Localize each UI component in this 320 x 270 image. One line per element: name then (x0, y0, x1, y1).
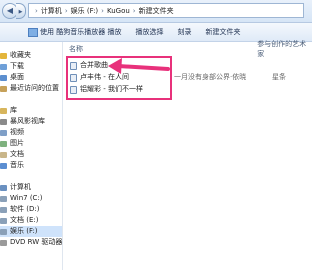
nav-item[interactable]: 视频 (0, 127, 62, 138)
nav-item-label: DVD RW 驱动器 (G (10, 238, 63, 246)
library-icon (0, 107, 7, 114)
nav-item-label: 收藏夹 (10, 51, 31, 59)
drive-icon (0, 195, 7, 202)
video-icon (0, 129, 7, 136)
back-arrow-icon: ◀ (6, 6, 14, 15)
file-artist: 一月没有身部公界·依晓 (174, 73, 247, 81)
nav-item-label: 最近访问的位置 (10, 84, 59, 92)
drive-icon (0, 228, 7, 235)
column-header: 名称 参与创作的艺术家 (63, 39, 312, 59)
nav-item[interactable]: 收藏夹 (0, 50, 62, 61)
breadcrumb-kugou[interactable]: KuGou (107, 7, 130, 15)
navigation-pane: 收藏夹下载桌面最近访问的位置库暴风影视库视频图片文档音乐计算机 Win7 (C:)… (0, 42, 63, 270)
nav-item-label: 暴风影视库 (10, 117, 45, 125)
breadcrumb-separator-icon: › (64, 6, 68, 15)
pointer-arrow-icon (108, 58, 170, 74)
computer-icon (0, 184, 7, 191)
breadcrumb-separator-icon: › (132, 6, 136, 15)
breadcrumb-new-folder[interactable]: 新建文件夹 (139, 6, 174, 16)
burn-button[interactable]: 刻录 (177, 27, 191, 37)
nav-item-label: 音乐 (10, 161, 24, 169)
breadcrumb-computer[interactable]: 计算机 (41, 6, 62, 16)
column-contributors[interactable]: 参与创作的艺术家 (257, 39, 312, 59)
play-selection-button[interactable]: 播放选择 (135, 27, 163, 37)
nav-item-label: Win7 (C:) (10, 194, 43, 202)
drive-icon (0, 217, 7, 224)
picture-icon (0, 140, 7, 147)
nav-item-label: 计算机 (10, 183, 31, 191)
breadcrumb[interactable]: › 计算机 › 娱乐 (F:) › KuGou › 新建文件夹 (28, 3, 304, 18)
nav-item[interactable]: 桌面 (0, 72, 62, 83)
forward-arrow-icon: ▶ (18, 9, 23, 15)
nav-item[interactable]: 最近访问的位置 (0, 83, 62, 94)
address-bar: ◀ ▶ › 计算机 › 娱乐 (F:) › KuGou › 新建文件夹 (0, 0, 312, 23)
nav-item[interactable]: 娱乐 (F:) (0, 226, 62, 237)
star-icon (0, 52, 7, 59)
nav-item-label: 文档 (E:) (10, 216, 39, 224)
nav-item[interactable]: 计算机 (0, 182, 62, 193)
desktop-icon (0, 74, 7, 81)
forward-button[interactable]: ▶ (16, 3, 26, 19)
document-icon (0, 151, 7, 158)
nav-item[interactable]: 库 (0, 105, 62, 116)
nav-item[interactable]: 文档 (0, 149, 62, 160)
nav-item-label: 桌面 (10, 73, 24, 81)
new-folder-button[interactable]: 新建文件夹 (205, 27, 240, 37)
nav-item[interactable]: Win7 (C:) (0, 193, 62, 204)
nav-item[interactable]: 音乐 (0, 160, 62, 171)
nav-item-label: 软件 (D:) (10, 205, 40, 213)
nav-item-label: 图片 (10, 139, 24, 147)
nav-item[interactable]: 暴风影视库 (0, 116, 62, 127)
breadcrumb-separator-icon: › (35, 6, 38, 15)
nav-item[interactable]: 下载 (0, 61, 62, 72)
kugou-icon (28, 27, 38, 37)
breadcrumb-separator-icon: › (101, 6, 104, 15)
video-library-icon (0, 118, 7, 125)
nav-item-label: 下载 (10, 62, 24, 70)
nav-item-label: 娱乐 (F:) (10, 227, 38, 235)
column-name[interactable]: 名称 (69, 44, 245, 54)
file-rating: 星条 (272, 73, 286, 81)
nav-item-label: 库 (10, 106, 17, 114)
nav-item-label: 文档 (10, 150, 24, 158)
breadcrumb-drive[interactable]: 娱乐 (F:) (71, 6, 99, 16)
dvd-drive-icon (0, 239, 7, 246)
download-folder-icon (0, 63, 7, 70)
play-with-kugou-button[interactable]: 使用 酷狗音乐播放器 播放 (28, 27, 121, 37)
nav-item[interactable]: DVD RW 驱动器 (G (0, 237, 62, 248)
nav-item[interactable]: 软件 (D:) (0, 204, 62, 215)
music-icon (0, 162, 7, 169)
nav-item[interactable]: 图片 (0, 138, 62, 149)
nav-item[interactable]: 文档 (E:) (0, 215, 62, 226)
drive-icon (0, 206, 7, 213)
nav-item-label: 视频 (10, 128, 24, 136)
recent-places-icon (0, 85, 7, 92)
